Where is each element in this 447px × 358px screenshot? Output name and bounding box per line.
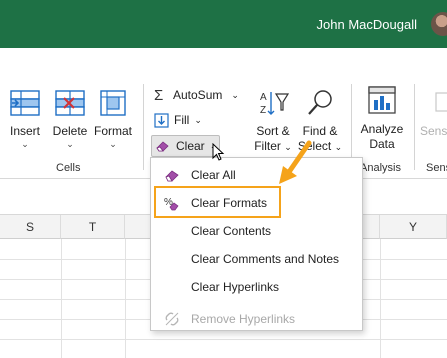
delete-button[interactable]: Delete ⌄: [50, 88, 90, 149]
fill-button[interactable]: Fill ⌄: [154, 110, 202, 130]
sort-filter-icon: A Z: [260, 92, 290, 116]
column-divider: [125, 239, 126, 358]
sensitivity-label: Sens: [420, 124, 447, 138]
analyze-data-icon: [368, 86, 396, 114]
clear-button-content[interactable]: Clear ⌄: [155, 136, 217, 156]
mouse-cursor-icon: [212, 143, 225, 161]
chevron-down-icon: ⌄: [66, 139, 74, 149]
menu-item-label: Clear Comments and Notes: [191, 252, 340, 266]
menu-item-label: Remove Hyperlinks: [191, 312, 296, 326]
analyze-label-1: Analyze: [360, 122, 404, 136]
cells-group-label: Cells: [56, 162, 81, 174]
chevron-down-icon: ⌄: [109, 139, 117, 149]
insert-cells-icon: [10, 90, 40, 116]
svg-text:Z: Z: [260, 105, 266, 116]
analyze-label-2: Data: [369, 137, 395, 151]
menu-item-remove-hyperlinks: Remove Hyperlinks: [151, 306, 362, 332]
column-header-y[interactable]: Y: [380, 215, 447, 239]
menu-item-label: Clear All: [191, 168, 236, 182]
format-label: Format: [93, 124, 132, 138]
analyze-data-button[interactable]: Analyze Data: [356, 84, 408, 152]
group-divider: [143, 84, 144, 170]
sort-filter-label-1: Sort &: [256, 124, 290, 138]
svg-text:A: A: [260, 92, 267, 103]
menu-item-clear-all[interactable]: Clear All: [151, 162, 362, 188]
clear-label: Clear: [176, 139, 205, 153]
analysis-group-label: Analysis: [360, 162, 401, 174]
menu-item-label: Clear Hyperlinks: [191, 280, 280, 294]
user-name[interactable]: John MacDougall: [317, 17, 417, 32]
format-button[interactable]: Format ⌄: [92, 88, 134, 149]
column-header-s[interactable]: S: [0, 215, 61, 239]
chevron-down-icon: ⌄: [231, 89, 239, 100]
delete-cells-icon: [55, 90, 85, 116]
fill-down-icon: [154, 112, 169, 128]
column-header-t[interactable]: T: [61, 215, 125, 239]
insert-button[interactable]: Insert ⌄: [6, 88, 44, 149]
chevron-down-icon: ⌄: [21, 139, 29, 149]
sensitivity-group-label: Sens: [426, 162, 447, 174]
autosum-button[interactable]: Σ AutoSum ⌄: [154, 85, 239, 105]
magnifier-icon: [308, 90, 332, 115]
unlink-icon: [165, 312, 179, 326]
eraser-icon: [165, 170, 179, 182]
find-select-label-1: Find &: [302, 124, 338, 138]
menu-item-label: Clear Contents: [191, 224, 272, 238]
column-divider: [61, 239, 62, 358]
menu-item-clear-comments[interactable]: Clear Comments and Notes: [151, 246, 362, 272]
chevron-down-icon: ⌄: [194, 114, 202, 125]
format-cells-icon: [100, 90, 126, 116]
delete-label: Delete: [52, 124, 88, 138]
menu-item-clear-contents[interactable]: Clear Contents: [151, 218, 362, 244]
group-divider: [414, 84, 415, 170]
menu-item-clear-hyperlinks[interactable]: Clear Hyperlinks: [151, 274, 362, 300]
highlight-box: [154, 186, 281, 218]
avatar[interactable]: [431, 12, 447, 36]
autosum-label: AutoSum: [173, 88, 223, 102]
title-bar: John MacDougall: [0, 0, 447, 48]
eraser-icon: [156, 141, 169, 152]
sensitivity-button[interactable]: Sens: [420, 88, 447, 139]
insert-label: Insert: [9, 124, 40, 138]
sigma-icon: Σ: [154, 86, 164, 104]
clear-dropdown-menu: Clear All % Clear Formats Clear Contents…: [150, 157, 363, 331]
column-divider: [380, 239, 381, 358]
callout-arrow-icon: [279, 140, 312, 184]
sensitivity-icon: [435, 92, 447, 112]
fill-label: Fill: [174, 113, 190, 127]
